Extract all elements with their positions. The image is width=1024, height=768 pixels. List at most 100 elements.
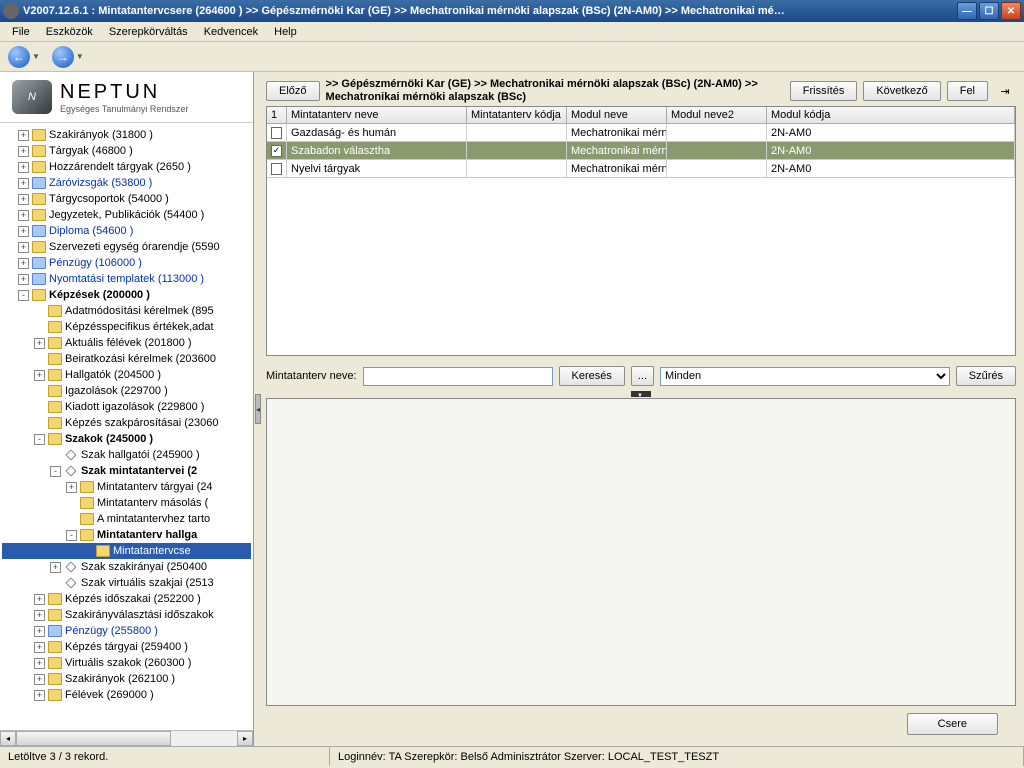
tree-item[interactable]: +Szakirányok (31800 ) xyxy=(2,127,251,143)
tree-item[interactable]: +Szervezeti egység órarendje (5590 xyxy=(2,239,251,255)
table-row[interactable]: Gazdaság- és humánMechatronikai mérnö2N-… xyxy=(267,124,1015,142)
tree-expander-icon[interactable]: + xyxy=(18,242,29,253)
data-grid[interactable]: 1 Mintatanterv neve Mintatanterv kódja M… xyxy=(266,106,1016,356)
tree-expander-icon[interactable]: + xyxy=(18,194,29,205)
tree-item[interactable]: +Diploma (54600 ) xyxy=(2,223,251,239)
tree-expander-icon[interactable]: + xyxy=(18,274,29,285)
filter-dropdown[interactable]: Minden xyxy=(660,367,950,386)
nav-back-dropdown[interactable]: ▼ xyxy=(32,52,40,61)
tree-item[interactable]: Adatmódosítási kérelmek (895 xyxy=(2,303,251,319)
nav-back-button[interactable]: ← xyxy=(8,46,30,68)
tree-item[interactable]: Mintatantervcse xyxy=(2,543,251,559)
vertical-splitter[interactable]: ◂ xyxy=(254,72,262,746)
tree-expander-icon[interactable]: + xyxy=(18,162,29,173)
tree-expander-icon[interactable]: + xyxy=(18,146,29,157)
tree-item[interactable]: Mintatanterv másolás ( xyxy=(2,495,251,511)
refresh-button[interactable]: Frissítés xyxy=(790,81,858,101)
nav-forward-dropdown[interactable]: ▼ xyxy=(76,52,84,61)
scroll-right-button[interactable]: ▸ xyxy=(237,731,253,746)
close-button[interactable]: ✕ xyxy=(1001,2,1021,20)
pin-icon[interactable]: ⇥ xyxy=(994,80,1016,102)
next-button[interactable]: Következő xyxy=(863,81,940,101)
col-rownum[interactable]: 1 xyxy=(267,107,287,123)
tree-item[interactable]: -Mintatanterv hallga xyxy=(2,527,251,543)
browse-button[interactable]: ... xyxy=(631,366,654,386)
tree-expander-icon[interactable]: + xyxy=(34,370,45,381)
tree-item[interactable]: Képzés szakpárosításai (23060 xyxy=(2,415,251,431)
col-module2[interactable]: Modul neve2 xyxy=(667,107,767,123)
tree-item[interactable]: +Virtuális szakok (260300 ) xyxy=(2,655,251,671)
col-name[interactable]: Mintatanterv neve xyxy=(287,107,467,123)
tree-item[interactable]: Szak virtuális szakjai (2513 xyxy=(2,575,251,591)
tree-item[interactable]: +Képzés tárgyai (259400 ) xyxy=(2,639,251,655)
tree-item[interactable]: Beiratkozási kérelmek (203600 xyxy=(2,351,251,367)
tree-item[interactable]: +Tárgyak (46800 ) xyxy=(2,143,251,159)
tree-item[interactable]: +Szakirányok (262100 ) xyxy=(2,671,251,687)
search-button[interactable]: Keresés xyxy=(559,366,625,386)
tree-item[interactable]: +Mintatanterv tárgyai (24 xyxy=(2,479,251,495)
tree-expander-icon[interactable]: - xyxy=(18,290,29,301)
tree-item[interactable]: -Szakok (245000 ) xyxy=(2,431,251,447)
tree-item[interactable]: +Hozzárendelt tárgyak (2650 ) xyxy=(2,159,251,175)
tree-item[interactable]: Képzésspecifikus értékek,adat xyxy=(2,319,251,335)
tree-expander-icon[interactable]: + xyxy=(34,658,45,669)
menu-favorites[interactable]: Kedvencek xyxy=(196,24,266,40)
swap-button[interactable]: Csere xyxy=(907,713,998,735)
scroll-left-button[interactable]: ◂ xyxy=(0,731,16,746)
tree-item[interactable]: +Hallgatók (204500 ) xyxy=(2,367,251,383)
table-row[interactable]: ✓Szabadon választhaMechatronikai mérnö2N… xyxy=(267,142,1015,160)
tree-item[interactable]: +Jegyzetek, Publikációk (54400 ) xyxy=(2,207,251,223)
tree-expander-icon[interactable]: + xyxy=(34,626,45,637)
tree-expander-icon[interactable]: + xyxy=(18,226,29,237)
menu-help[interactable]: Help xyxy=(266,24,305,40)
tree-expander-icon[interactable]: + xyxy=(34,338,45,349)
tree-item[interactable]: +Pénzügy (106000 ) xyxy=(2,255,251,271)
tree-expander-icon[interactable]: + xyxy=(18,258,29,269)
nav-forward-button[interactable]: → xyxy=(52,46,74,68)
minimize-button[interactable]: — xyxy=(957,2,977,20)
tree-item[interactable]: Szak hallgatói (245900 ) xyxy=(2,447,251,463)
tree-item[interactable]: +Pénzügy (255800 ) xyxy=(2,623,251,639)
tree-item[interactable]: +Tárgycsoportok (54000 ) xyxy=(2,191,251,207)
tree-expander-icon[interactable]: + xyxy=(18,178,29,189)
tree-item[interactable]: Kiadott igazolások (229800 ) xyxy=(2,399,251,415)
tree-item[interactable]: -Szak mintatantervei (2 xyxy=(2,463,251,479)
tree-expander-icon[interactable]: + xyxy=(34,610,45,621)
tree-expander-icon[interactable]: + xyxy=(34,642,45,653)
tree-item[interactable]: +Aktuális félévek (201800 ) xyxy=(2,335,251,351)
menu-file[interactable]: File xyxy=(4,24,38,40)
filter-name-input[interactable] xyxy=(363,367,553,386)
tree-expander-icon[interactable]: + xyxy=(18,210,29,221)
tree-expander-icon[interactable]: + xyxy=(66,482,77,493)
tree-item[interactable]: +Szakirányválasztási időszakok xyxy=(2,607,251,623)
tree-expander-icon[interactable]: + xyxy=(18,130,29,141)
tree-expander-icon[interactable]: + xyxy=(34,594,45,605)
row-checkbox[interactable] xyxy=(271,163,282,175)
maximize-button[interactable]: ☐ xyxy=(979,2,999,20)
tree-item[interactable]: A mintatantervhez tarto xyxy=(2,511,251,527)
tree-expander-icon[interactable]: - xyxy=(50,466,61,477)
horizontal-splitter[interactable] xyxy=(266,390,1016,398)
tree-expander-icon[interactable]: - xyxy=(34,434,45,445)
row-checkbox[interactable]: ✓ xyxy=(271,145,282,157)
filter-apply-button[interactable]: Szűrés xyxy=(956,366,1016,386)
up-button[interactable]: Fel xyxy=(947,81,988,101)
tree-expander-icon[interactable]: + xyxy=(34,690,45,701)
nav-tree[interactable]: +Szakirányok (31800 )+Tárgyak (46800 )+H… xyxy=(0,123,253,730)
col-code[interactable]: Mintatanterv kódja xyxy=(467,107,567,123)
tree-item[interactable]: -Képzések (200000 ) xyxy=(2,287,251,303)
sidebar-hscrollbar[interactable]: ◂ ▸ xyxy=(0,730,253,746)
tree-item[interactable]: Igazolások (229700 ) xyxy=(2,383,251,399)
col-modulecode[interactable]: Modul kódja xyxy=(767,107,1015,123)
tree-expander-icon[interactable]: + xyxy=(50,562,61,573)
menu-role[interactable]: Szerepkörváltás xyxy=(101,24,196,40)
prev-button[interactable]: Előző xyxy=(266,81,320,101)
tree-item[interactable]: +Záróvizsgák (53800 ) xyxy=(2,175,251,191)
scroll-thumb[interactable] xyxy=(16,731,171,746)
menu-tools[interactable]: Eszközök xyxy=(38,24,101,40)
tree-item[interactable]: +Félévek (269000 ) xyxy=(2,687,251,703)
tree-item[interactable]: +Nyomtatási templatek (113000 ) xyxy=(2,271,251,287)
table-row[interactable]: Nyelvi tárgyakMechatronikai mérnö2N-AM0 xyxy=(267,160,1015,178)
row-checkbox[interactable] xyxy=(271,127,282,139)
tree-expander-icon[interactable]: + xyxy=(34,674,45,685)
